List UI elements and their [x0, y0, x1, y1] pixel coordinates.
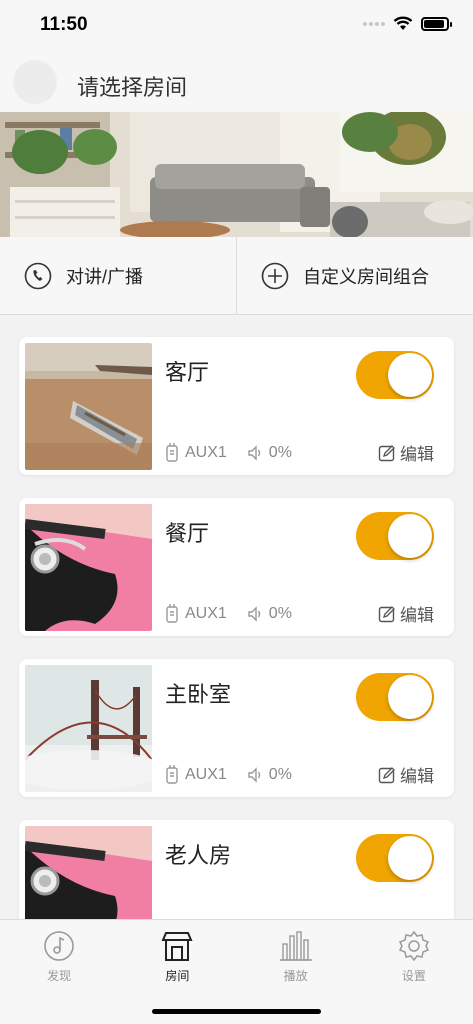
status-time: 11:50 [40, 14, 88, 35]
room-card-master-bedroom[interactable]: 主卧室 AUX1 0% 编辑 [19, 659, 454, 797]
tab-settings[interactable]: 设置 [355, 920, 473, 1024]
page-title[interactable]: 请选择房间 [77, 70, 187, 102]
edit-room-button[interactable]: 编辑 [378, 762, 434, 787]
intercom-broadcast-button[interactable]: 对讲/广播 [0, 237, 236, 314]
audio-source-icon [166, 765, 178, 784]
audio-source: AUX1 [185, 444, 227, 461]
edit-label: 编辑 [400, 606, 434, 625]
house-icon [161, 932, 193, 961]
volume-level: 0% [268, 766, 292, 783]
audio-source: AUX1 [185, 766, 227, 783]
volume-icon [248, 606, 260, 622]
edit-icon [378, 444, 395, 461]
volume-level: 0% [268, 605, 292, 622]
audio-source: AUX1 [185, 605, 227, 622]
avatar[interactable] [13, 60, 57, 104]
volume-level: 0% [268, 444, 292, 461]
tab-discover[interactable]: 发现 [0, 920, 118, 1024]
custom-room-group-button[interactable]: 自定义房间组合 [236, 237, 473, 314]
edit-icon [378, 605, 395, 622]
custom-room-group-label: 自定义房间组合 [303, 266, 429, 287]
status-bar: 11:50 [0, 0, 473, 50]
room-power-toggle[interactable] [356, 673, 434, 721]
edit-label: 编辑 [400, 445, 434, 464]
music-disc-icon [44, 931, 74, 961]
room-meta: AUX1 0% [165, 765, 292, 785]
room-power-toggle[interactable] [356, 512, 434, 560]
hero-banner-image [0, 112, 473, 237]
header: 请选择房间 [0, 50, 473, 112]
tab-label: 发现 [47, 969, 72, 983]
room-thumbnail [25, 504, 152, 631]
room-name: 餐厅 [165, 521, 210, 546]
room-power-toggle[interactable] [356, 351, 434, 399]
intercom-broadcast-label: 对讲/广播 [66, 266, 144, 287]
room-card-living-room[interactable]: 客厅 AUX1 0% 编辑 [19, 337, 454, 475]
room-name: 老人房 [165, 843, 232, 868]
battery-icon [421, 16, 452, 31]
room-name: 主卧室 [165, 682, 232, 707]
phone-icon [24, 262, 52, 289]
room-meta: AUX1 0% [165, 604, 292, 624]
wifi-icon [393, 16, 413, 30]
audio-source-icon [166, 443, 178, 462]
plus-circle-icon [261, 262, 289, 289]
home-indicator [152, 1009, 321, 1014]
room-thumbnail [25, 665, 152, 792]
edit-room-button[interactable]: 编辑 [378, 440, 434, 465]
room-meta: AUX1 0% [165, 443, 292, 463]
room-card-dining-room[interactable]: 餐厅 AUX1 0% 编辑 [19, 498, 454, 636]
edit-label: 编辑 [400, 767, 434, 786]
gear-icon [398, 930, 429, 962]
edit-icon [378, 766, 395, 783]
edit-room-button[interactable]: 编辑 [378, 601, 434, 626]
volume-icon [248, 445, 260, 461]
audio-source-icon [166, 604, 178, 623]
tab-label: 播放 [283, 969, 308, 983]
tab-label: 房间 [165, 969, 190, 983]
status-icons [363, 16, 452, 31]
action-row: 对讲/广播 自定义房间组合 [0, 237, 473, 315]
room-power-toggle[interactable] [356, 834, 434, 882]
volume-icon [248, 767, 260, 783]
room-name: 客厅 [165, 360, 210, 385]
tab-label: 设置 [401, 969, 426, 983]
room-thumbnail [25, 343, 152, 470]
tab-bar: 发现 房间 播放 设置 [0, 919, 473, 1024]
signal-icon [363, 21, 385, 26]
equalizer-bars-icon [279, 931, 312, 961]
